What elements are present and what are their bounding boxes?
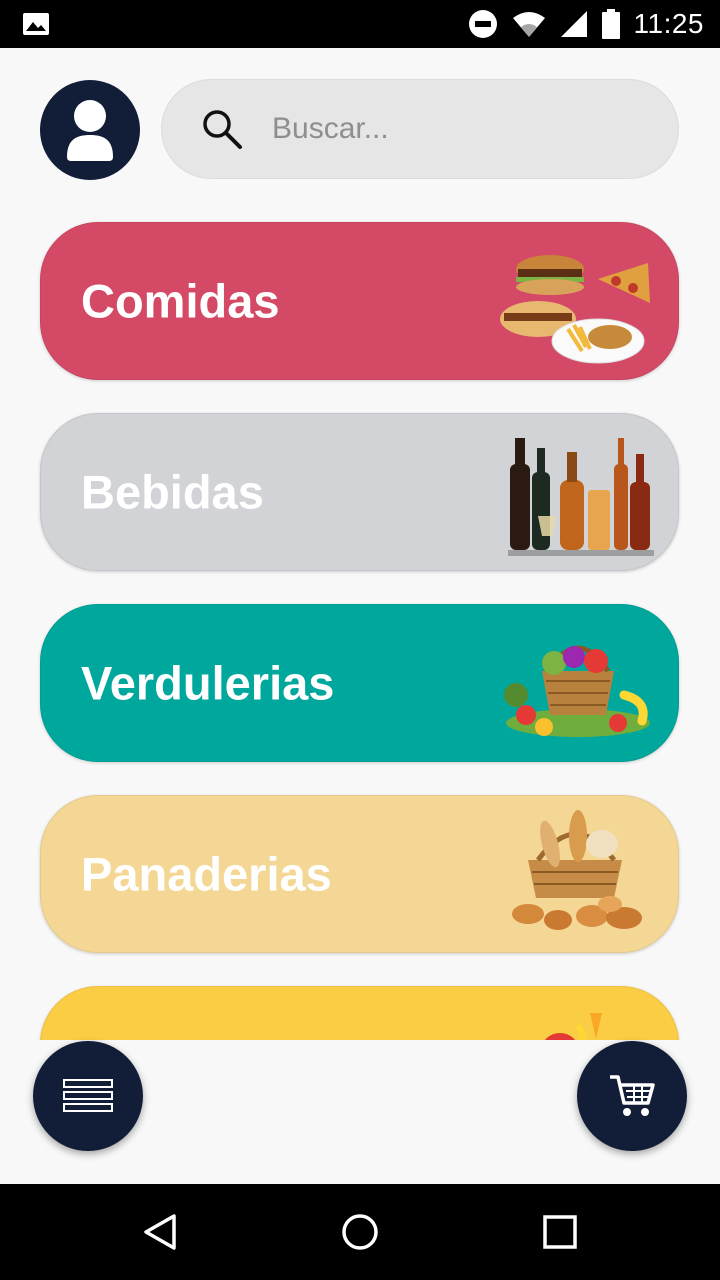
menu-button[interactable]: [33, 1041, 143, 1151]
search-bar[interactable]: [161, 79, 679, 179]
category-card-panaderias[interactable]: Panaderias: [40, 795, 679, 953]
search-icon: [203, 110, 242, 149]
category-list[interactable]: Comidas Bebidas: [0, 0, 720, 1040]
search-input[interactable]: [270, 111, 634, 147]
navigation-bar: [0, 1184, 720, 1280]
vegetable-basket-image: [504, 645, 650, 737]
menu-icon: [63, 1079, 113, 1112]
signal-icon: [560, 11, 587, 37]
category-label: Panaderias: [81, 847, 332, 901]
back-icon[interactable]: [136, 1208, 184, 1256]
food-platter-image: [500, 255, 650, 364]
drinks-bottles-image: [508, 438, 654, 556]
user-icon: [67, 100, 113, 161]
do-not-disturb-icon: [468, 10, 497, 38]
recents-icon[interactable]: [536, 1208, 584, 1256]
category-label: Verdulerias: [81, 656, 335, 710]
category-card-verdulerias[interactable]: Verdulerias: [40, 604, 679, 762]
category-label: Comidas: [81, 274, 280, 328]
gallery-icon: [23, 13, 49, 35]
home-icon[interactable]: [336, 1208, 384, 1256]
cart-icon: [610, 1075, 655, 1116]
category-card-comidas[interactable]: Comidas: [40, 222, 679, 380]
status-bar: 11:25: [0, 0, 720, 48]
category-card-5[interactable]: [40, 986, 679, 1040]
status-time: 11:25: [633, 8, 704, 39]
wifi-icon: [512, 12, 545, 37]
category-card-bebidas[interactable]: Bebidas: [40, 413, 679, 571]
profile-avatar-button[interactable]: [40, 80, 140, 180]
battery-icon: [601, 9, 620, 39]
cart-button[interactable]: [577, 1041, 687, 1151]
bread-basket-image: [512, 810, 642, 930]
grocery-image: [544, 1013, 602, 1040]
category-label: Bebidas: [81, 465, 264, 519]
